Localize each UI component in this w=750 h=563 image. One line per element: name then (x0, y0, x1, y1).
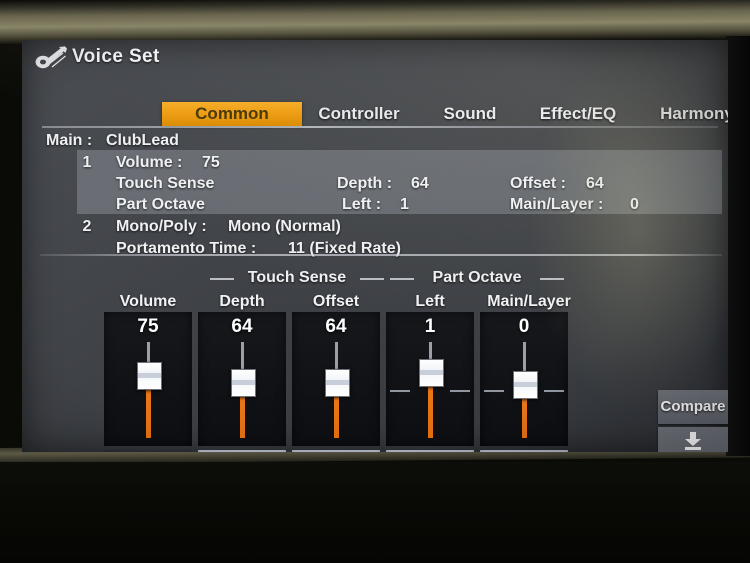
info-row-volume[interactable]: 1 Volume : 75 (40, 152, 722, 173)
slider-label-left: Left (415, 293, 445, 310)
mono-poly-label: Mono/Poly : (116, 218, 207, 235)
slider-volume[interactable]: 75 (104, 312, 192, 452)
part-octave-rule-left (390, 278, 414, 280)
info-row-touch-sense[interactable]: Touch Sense Depth : 64 Offset : 64 (40, 173, 722, 194)
part-octave-label: Part Octave (116, 196, 205, 213)
row-number-2: 2 (82, 218, 92, 235)
tab-common[interactable]: Common (162, 102, 302, 126)
info-row-part-octave[interactable]: Part Octave Left : 1 Main/Layer : 0 (40, 194, 722, 215)
tab-underline (42, 126, 718, 128)
slider-label-row: Volume Depth Offset Left Main/Layer (22, 292, 728, 314)
compare-button[interactable]: Compare (658, 390, 728, 424)
keyboard-device-bezel: Voice Set Common Controller Sound Effect… (0, 0, 750, 563)
page-title: Voice Set (72, 46, 160, 67)
slider-main-layer-handle[interactable] (513, 371, 538, 399)
slider-main-layer-center-tick-left (484, 390, 504, 392)
main-layer-value: 0 (630, 196, 639, 213)
slider-depth-handle[interactable] (231, 369, 256, 397)
bezel-right-panel (726, 36, 750, 456)
depth-label: Depth : (337, 175, 393, 192)
bezel-top-highlight (0, 0, 750, 44)
slider-main-layer-body: 0 (480, 312, 568, 446)
save-button[interactable]: Save (658, 427, 728, 452)
touch-sense-rule-right (360, 278, 384, 280)
slider-main-layer-center-tick-right (544, 390, 564, 392)
violin-icon (35, 46, 67, 69)
slider-offset-value: 64 (325, 316, 347, 337)
slider-volume-handle[interactable] (137, 362, 162, 390)
info-panel: Main : ClubLead 1 Volume : 75 Touch Sens… (40, 130, 722, 258)
offset-value: 64 (586, 175, 604, 192)
info-row-mono-poly[interactable]: 2 Mono/Poly : Mono (Normal) (40, 216, 722, 237)
slider-volume-value: 75 (137, 316, 159, 337)
group-touch-sense: Touch Sense (247, 269, 347, 286)
slider-main-layer-value: 0 (518, 316, 530, 337)
slider-left-handle[interactable] (419, 359, 444, 387)
slider-left-body: 1 (386, 312, 474, 446)
slider-offset-body: 64 (292, 312, 380, 446)
slider-depth-stepper[interactable] (198, 450, 286, 452)
slider-label-depth: Depth (219, 293, 265, 310)
tab-sound[interactable]: Sound (416, 102, 524, 126)
slider-left-value: 1 (424, 316, 436, 337)
touch-sense-label: Touch Sense (116, 175, 215, 192)
group-part-octave: Part Octave (432, 269, 522, 286)
volume-label: Volume : (116, 154, 183, 171)
side-button-group: Compare Save (658, 390, 728, 452)
slider-offset-stepper[interactable] (292, 450, 380, 452)
slider-depth-body: 64 (198, 312, 286, 446)
slider-left[interactable]: 1 (386, 312, 474, 452)
slider-left-center-tick-right (450, 390, 470, 392)
part-octave-rule-right (540, 278, 564, 280)
main-layer-label: Main/Layer : (510, 196, 604, 213)
left-value: 1 (400, 196, 409, 213)
group-heading-row: Touch Sense Part Octave (22, 268, 728, 290)
tab-controller[interactable]: Controller (290, 102, 428, 126)
row-number-1: 1 (82, 154, 92, 171)
slider-volume-body: 75 (104, 312, 192, 446)
tab-harmony[interactable]: Harmony (632, 102, 728, 126)
slider-row: 75 64 64 1 0 (22, 312, 728, 452)
slider-volume-stepper[interactable] (104, 450, 192, 452)
tab-effect-eq[interactable]: Effect/EQ (512, 102, 644, 126)
depth-value: 64 (411, 175, 429, 192)
mono-poly-value: Mono (Normal) (228, 218, 341, 235)
slider-depth-value: 64 (231, 316, 253, 337)
save-button-label: Save (658, 451, 728, 452)
slider-main-layer-stepper[interactable] (480, 450, 568, 452)
slider-main-layer[interactable]: 0 (480, 312, 568, 452)
left-label: Left : (342, 196, 382, 213)
volume-value: 75 (202, 154, 220, 171)
slider-offset[interactable]: 64 (292, 312, 380, 452)
tab-bar: Common Controller Sound Effect/EQ Harmon… (162, 102, 728, 128)
touch-sense-rule-left (210, 278, 234, 280)
title-bar: Voice Set (22, 40, 728, 76)
main-value: ClubLead (106, 132, 179, 149)
info-row-main: Main : ClubLead (40, 130, 722, 151)
offset-label: Offset : (510, 175, 566, 192)
info-divider (40, 254, 722, 256)
lcd-screen: Voice Set Common Controller Sound Effect… (22, 40, 728, 452)
slider-label-offset: Offset (312, 293, 360, 310)
bezel-bottom-panel (0, 462, 750, 563)
slider-offset-handle[interactable] (325, 369, 350, 397)
slider-left-center-tick-left (390, 390, 410, 392)
main-label: Main : (46, 132, 93, 149)
slider-left-stepper[interactable] (386, 450, 474, 452)
slider-depth[interactable]: 64 (198, 312, 286, 452)
slider-label-volume: Volume (119, 293, 177, 310)
save-download-icon (685, 432, 701, 450)
slider-label-main-layer: Main/Layer (487, 293, 571, 310)
